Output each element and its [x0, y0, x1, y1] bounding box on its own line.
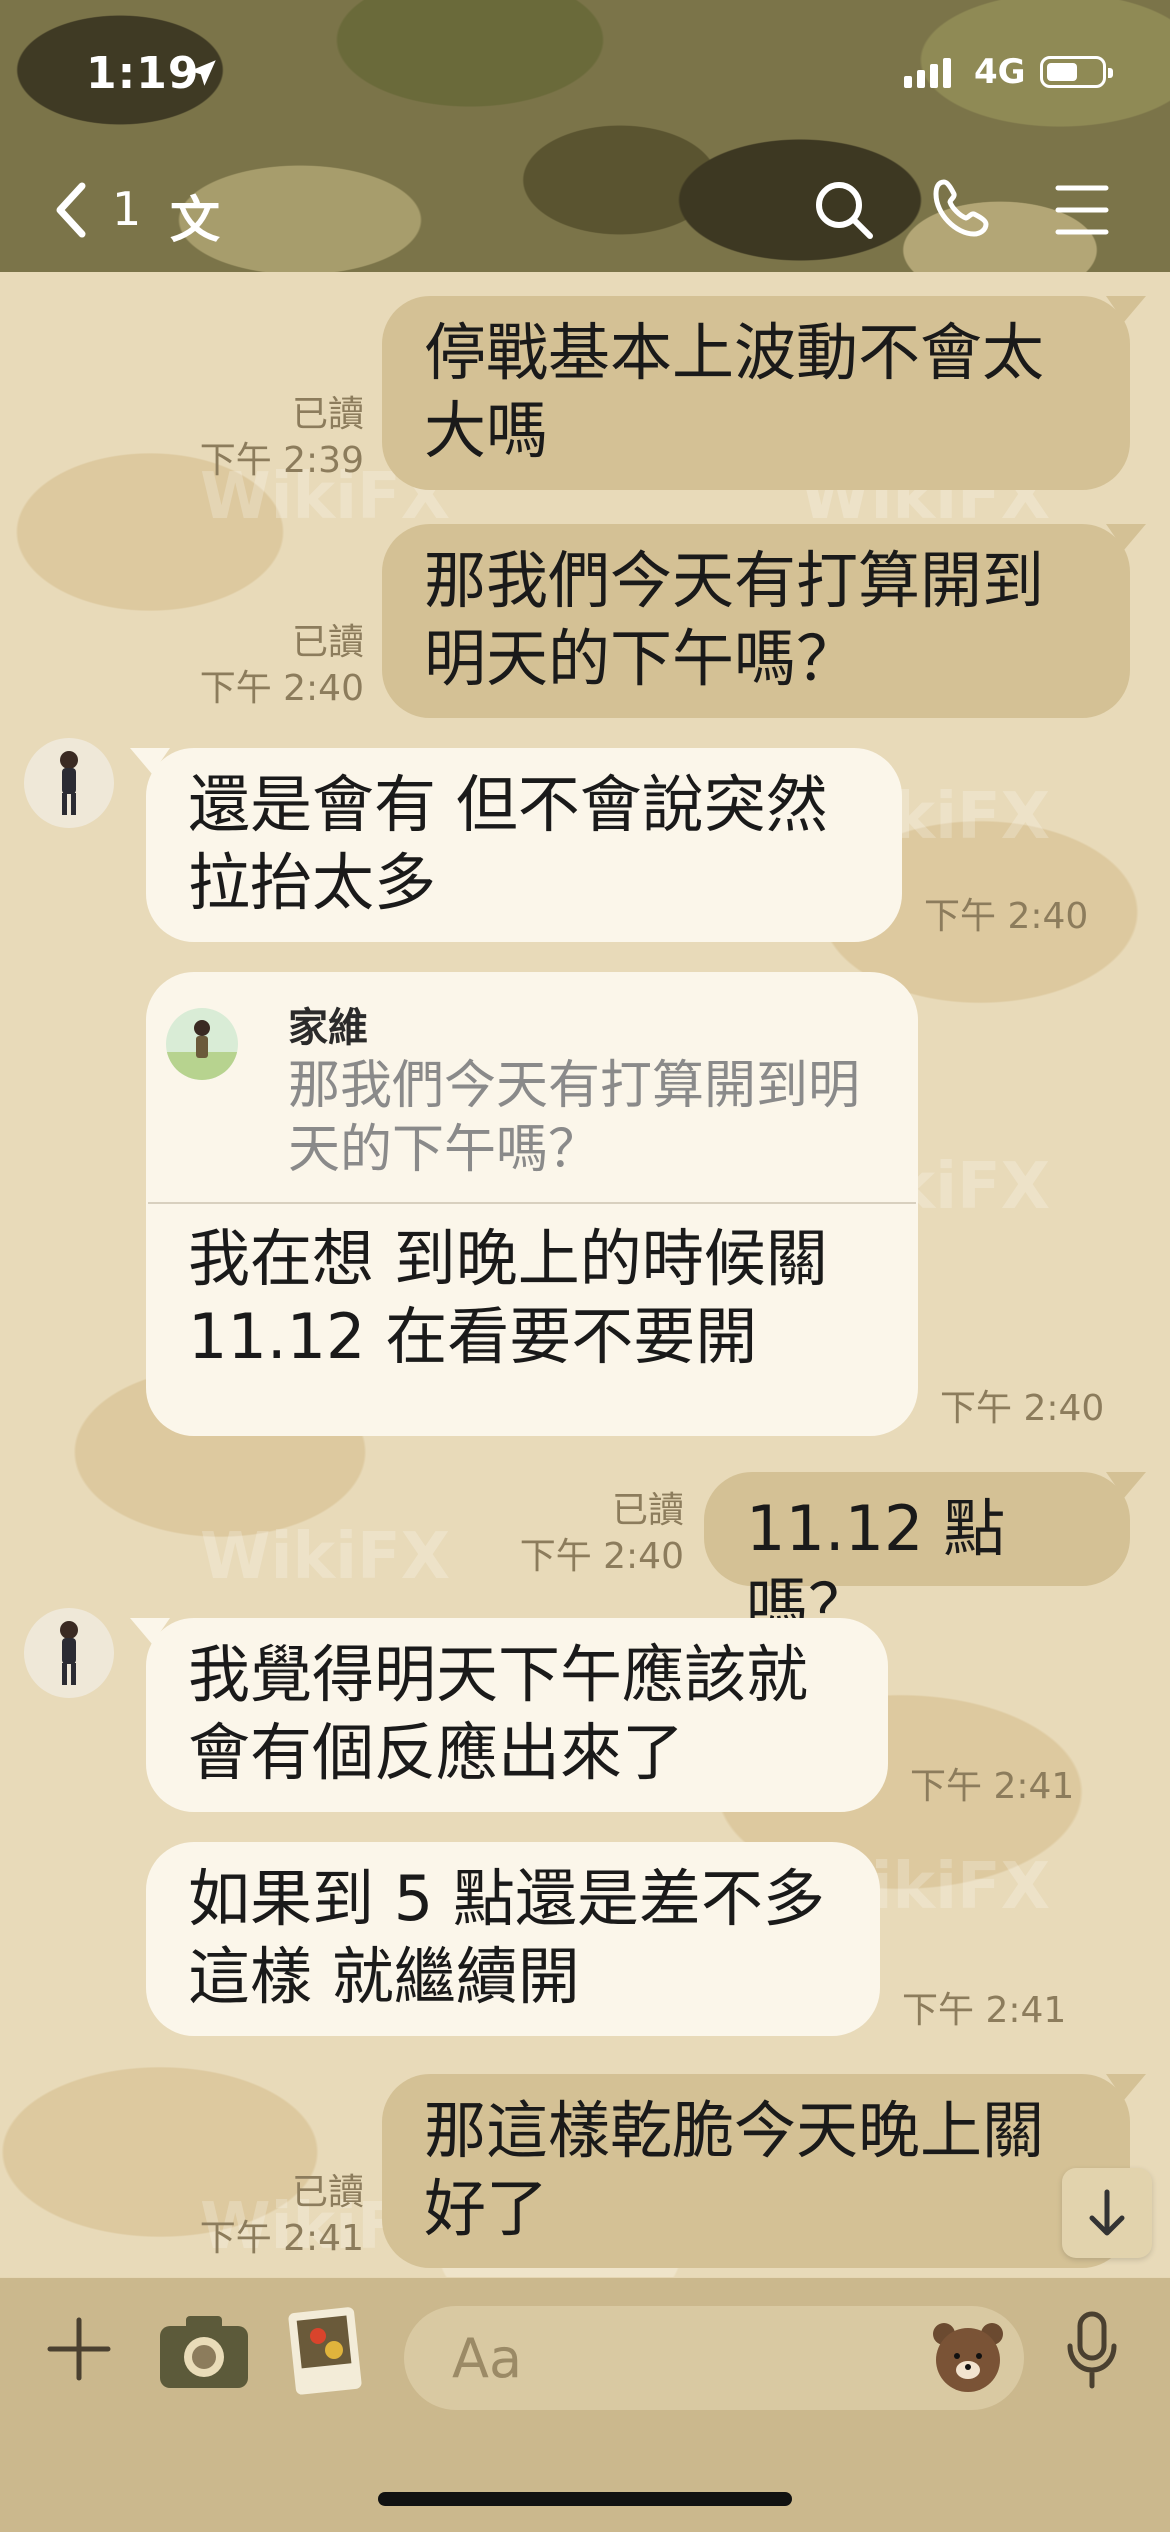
avatar-figure-icon: [60, 1621, 78, 1685]
location-arrow-icon: [190, 60, 216, 86]
message-meta: 已讀 下午 2:39: [150, 392, 364, 484]
read-receipt: 已讀: [611, 1490, 684, 1531]
bubble-tail: [130, 748, 170, 774]
message-meta: 已讀 下午 2:41: [150, 2170, 364, 2262]
sticker-bear-icon[interactable]: [930, 2318, 1006, 2394]
message-text: 那我們今天有打算開到明天的下午嗎？: [424, 544, 1045, 695]
bubble-tail: [130, 1618, 170, 1644]
battery-icon: [1040, 56, 1113, 88]
message-time: 下午 2:39: [199, 440, 364, 481]
outgoing-message[interactable]: 11.12 點嗎？: [704, 1472, 1146, 1643]
watermark: WikiFX: [200, 1520, 451, 1594]
message-time: 下午 2:40: [199, 668, 364, 709]
avatar-figure-icon: [60, 751, 78, 815]
back-chevron-icon[interactable]: [52, 180, 92, 240]
nav-bar: 1 文: [0, 160, 1170, 260]
bubble-tail: [1106, 1472, 1146, 1498]
outgoing-message[interactable]: 那這樣乾脆今天晚上關好了: [382, 2074, 1146, 2268]
message-time: 下午 2:41: [199, 2218, 364, 2259]
network-type: 4G: [974, 52, 1026, 92]
search-icon[interactable]: [812, 178, 876, 242]
outgoing-message[interactable]: 停戰基本上波動不會太大嗎: [382, 296, 1146, 490]
incoming-message[interactable]: 我覺得明天下午應該就會有個反應出來了: [130, 1618, 888, 1812]
outgoing-message[interactable]: 那我們今天有打算開到明天的下午嗎？: [382, 524, 1146, 718]
message-text: 還是會有 但不會說突然拉抬太多: [188, 768, 828, 919]
read-receipt: 已讀: [291, 394, 364, 435]
photo-album-icon[interactable]: [284, 2306, 364, 2396]
reply-sender-name: 家維: [288, 1005, 368, 1051]
message-meta: 已讀 下午 2:40: [470, 1488, 684, 1580]
phone-icon[interactable]: [930, 176, 994, 240]
chat-header: 1:19 4G 1 文: [0, 0, 1170, 272]
chat-title[interactable]: 文: [170, 180, 220, 252]
bubble-tail: [1106, 524, 1146, 550]
status-bar: 1:19 4G: [0, 0, 1170, 150]
scroll-to-bottom-button[interactable]: [1062, 2168, 1152, 2258]
menu-icon[interactable]: [1054, 182, 1110, 238]
message-text: 我覺得明天下午應該就會有個反應出來了: [188, 1638, 809, 1789]
message-time: 下午 2:40: [940, 1388, 1105, 1429]
contact-avatar[interactable]: [24, 738, 114, 828]
message-meta: 已讀 下午 2:40: [150, 620, 364, 712]
reply-divider: [148, 1202, 916, 1204]
back-unread-count[interactable]: 1: [112, 182, 141, 236]
message-text: 停戰基本上波動不會太大嗎: [424, 316, 1045, 467]
status-time: 1:19: [86, 48, 200, 99]
bubble-tail: [1106, 2074, 1146, 2100]
bubble-tail: [1106, 296, 1146, 322]
avatar-figure-icon: [166, 1020, 238, 1080]
message-time: 下午 2:40: [924, 896, 1089, 937]
message-time: 下午 2:40: [519, 1536, 684, 1577]
read-receipt: 已讀: [291, 2172, 364, 2213]
contact-avatar[interactable]: [24, 1608, 114, 1698]
message-time: 下午 2:41: [902, 1990, 1067, 2031]
message-time: 下午 2:41: [910, 1766, 1075, 1807]
incoming-message[interactable]: 還是會有 但不會說突然拉抬太多: [130, 748, 902, 942]
plus-icon[interactable]: [44, 2314, 114, 2384]
camera-icon[interactable]: [156, 2310, 252, 2392]
message-text: 那這樣乾脆今天晚上關好了: [424, 2094, 1045, 2245]
read-receipt: 已讀: [291, 622, 364, 663]
incoming-reply-message[interactable]: 家維 那我們今天有打算開到明天的下午嗎？ 我在想 到晚上的時候關11.12 在看…: [146, 972, 918, 1436]
microphone-icon[interactable]: [1064, 2310, 1120, 2394]
incoming-message[interactable]: 如果到 5 點還是差不多這樣 就繼續開: [146, 1842, 880, 2036]
arrow-down-icon: [1089, 2189, 1125, 2236]
reply-avatar: [166, 1008, 238, 1080]
message-text: 我在想 到晚上的時候關11.12 在看要不要開: [188, 1222, 828, 1373]
signal-icon: [904, 58, 951, 88]
home-indicator: [378, 2492, 792, 2506]
input-bar: [0, 2278, 1170, 2532]
reply-quoted-text: 那我們今天有打算開到明天的下午嗎？: [288, 1056, 861, 1180]
message-text: 如果到 5 點還是差不多這樣 就繼續開: [188, 1862, 825, 2013]
quoted-reply[interactable]: 家維 那我們今天有打算開到明天的下午嗎？: [166, 1002, 876, 1182]
